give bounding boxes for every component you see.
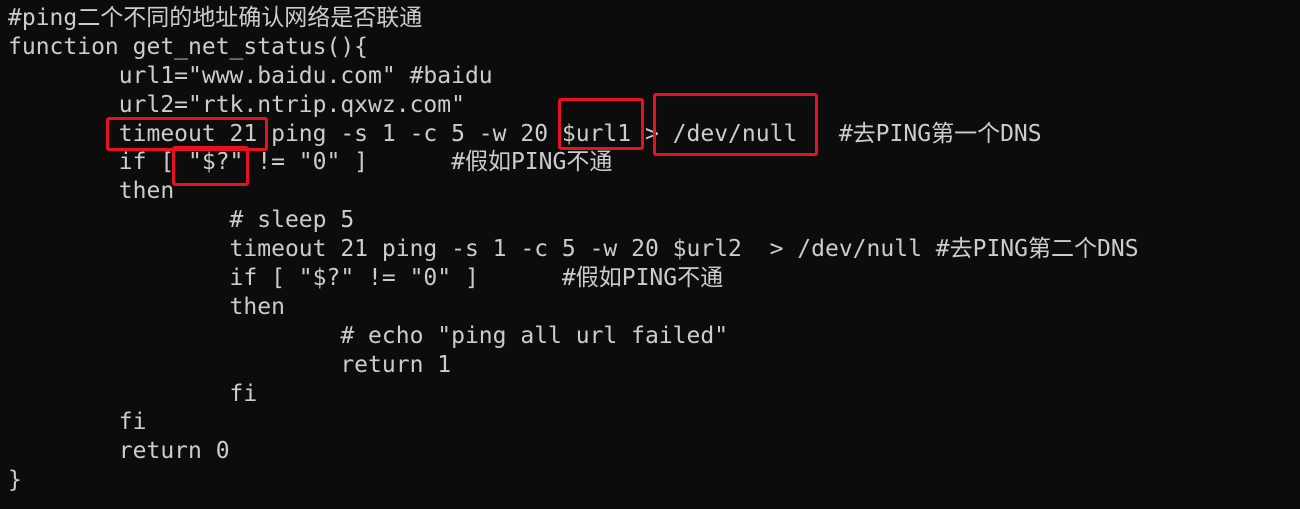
code-line-13: return 1	[8, 351, 452, 378]
code-line-2: function get_net_status(){	[8, 33, 369, 60]
code-line-9: timeout 21 ping -s 1 -c 5 -w 20 $url2 > …	[8, 236, 1139, 263]
code-line-15: fi	[8, 409, 147, 436]
code-line-1: #ping二个不同的地址确认网络是否联通	[8, 5, 423, 31]
code-line-14: fi	[8, 380, 258, 407]
code-line-8: # sleep 5	[8, 207, 355, 234]
code-listing: #ping二个不同的地址确认网络是否联通 function get_net_sta…	[8, 4, 1139, 495]
dev-null-highlight-box	[653, 93, 818, 156]
code-line-10: if [ "$?" != "0" ] #假如PING不通	[8, 265, 724, 292]
code-line-12: # echo "ping all url failed"	[8, 322, 729, 349]
url1-highlight-box	[558, 98, 644, 150]
code-line-16: return 0	[8, 438, 230, 465]
code-line-17: }	[8, 467, 22, 494]
code-line-3: url1="www.baidu.com" #baidu	[8, 62, 493, 89]
exit-status-highlight-box	[172, 146, 249, 186]
terminal-window[interactable]: #ping二个不同的地址确认网络是否联通 function get_net_sta…	[0, 0, 1300, 509]
code-line-11: then	[8, 293, 285, 320]
